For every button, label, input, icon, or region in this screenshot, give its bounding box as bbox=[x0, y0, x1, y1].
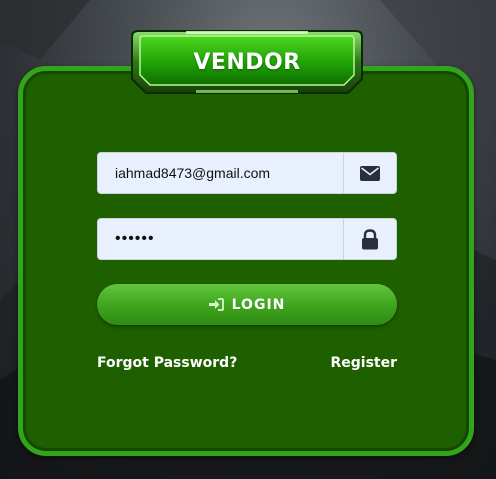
page-title: VENDOR bbox=[193, 50, 301, 75]
vendor-header-badge: VENDOR bbox=[126, 27, 368, 99]
email-input[interactable] bbox=[98, 153, 343, 193]
login-button-label: LOGIN bbox=[231, 296, 286, 313]
register-link[interactable]: Register bbox=[330, 355, 397, 371]
login-screen: VENDOR LOGIN Forgot Password? Register bbox=[0, 0, 496, 479]
login-button[interactable]: LOGIN bbox=[97, 284, 397, 325]
password-addon bbox=[343, 219, 396, 259]
email-addon bbox=[343, 153, 396, 193]
lock-icon bbox=[362, 228, 378, 249]
envelope-icon bbox=[360, 165, 380, 181]
forgot-password-link[interactable]: Forgot Password? bbox=[97, 355, 237, 371]
email-field bbox=[97, 152, 397, 194]
password-field bbox=[97, 218, 397, 260]
login-card bbox=[18, 66, 474, 456]
sign-in-icon bbox=[208, 298, 224, 311]
password-input[interactable] bbox=[98, 219, 343, 259]
